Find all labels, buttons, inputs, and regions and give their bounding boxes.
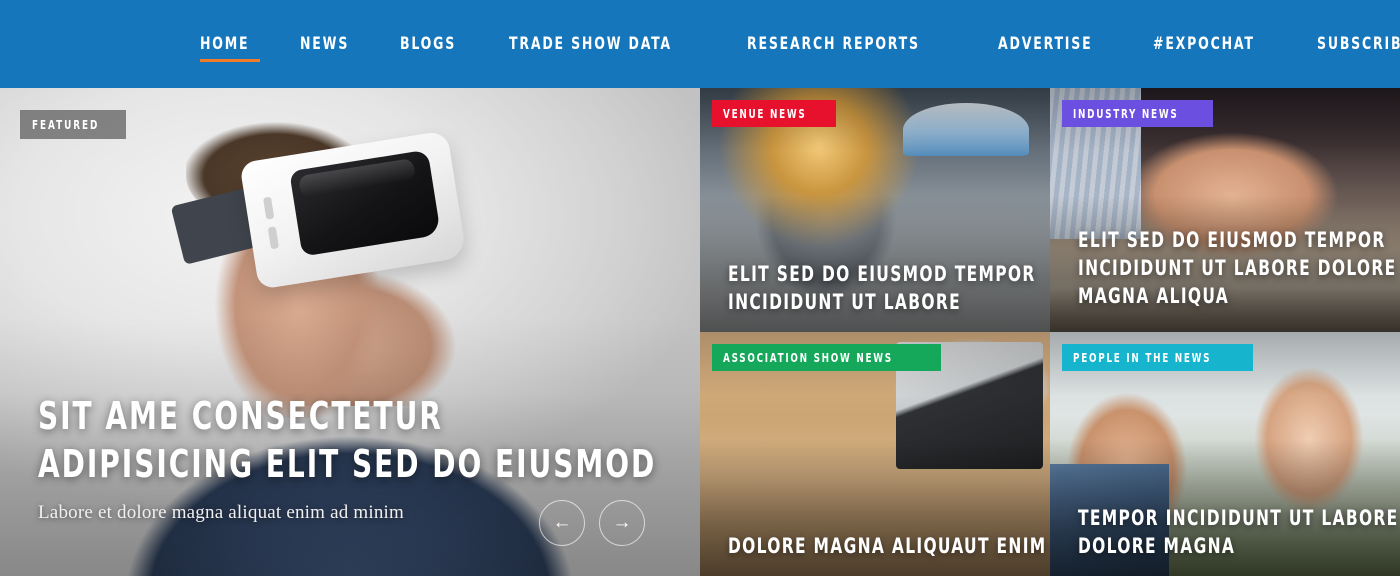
hero-title-line-2: ADIPISICING ELIT SED DO EIUSMOD [38,442,657,486]
nav-item-expochat[interactable]: #EXPOCHAT [1133,0,1297,88]
arrow-left-icon[interactable]: ← [539,500,585,546]
nav-item-research-reports[interactable]: RESEARCH REPORTS [727,0,978,88]
card-title-line-3: MAGNA ALIQUA [1078,284,1230,308]
hero-title-line-1: SIT AME CONSECTETUR [38,394,443,438]
main-navigation: HOME NEWS BLOGS TRADE SHOW DATA RESEARCH… [180,0,1400,88]
category-badge-people-in-the-news[interactable]: PEOPLE IN THE NEWS [1062,344,1253,371]
nav-item-label: RESEARCH REPORTS [747,34,921,54]
nav-item-blogs[interactable]: BLOGS [380,0,488,88]
card-title: ELIT SED DO EIUSMOD TEMPOR INCIDIDUNT UT… [728,260,1036,316]
card-title-line-2: INCIDIDUNT UT LABORE DOLORE [1078,256,1397,280]
nav-item-subscribe[interactable]: SUBSCRIBE [1297,0,1400,88]
nav-active-underline [200,59,261,62]
hero-image-vr-headset-man [168,98,468,428]
nav-item-home[interactable]: HOME [180,0,280,88]
vr-headset-button [267,226,280,250]
nav-item-news[interactable]: NEWS [280,0,380,88]
content-area: FEATURED SIT AME CONSECTETUR ADIPISICING… [0,88,1400,576]
nav-item-label: BLOGS [400,34,457,54]
featured-badge: FEATURED [20,110,127,139]
news-card-industry-news[interactable]: INDUSTRY NEWS ELIT SED DO EIUSMOD TEMPOR… [1050,88,1400,332]
hero-slider-controls: ← → [539,500,645,546]
news-card-venue-news[interactable]: VENUE NEWS ELIT SED DO EIUSMOD TEMPOR IN… [700,88,1050,332]
card-title-line-2: INCIDIDUNT UT LABORE [728,290,961,314]
category-badge-label: PEOPLE IN THE NEWS [1073,351,1212,365]
card-title-line-1: ELIT SED DO EIUSMOD TEMPOR [728,262,1036,286]
nav-item-label: NEWS [300,34,350,54]
hero-subtitle: Labore et dolore magna aliquat enim ad m… [38,502,404,523]
vr-headset-button [263,196,275,220]
nav-item-label: TRADE SHOW DATA [508,34,672,54]
card-title-line-1: ELIT SED DO EIUSMOD TEMPOR [1078,228,1386,252]
news-card-people-in-the-news[interactable]: PEOPLE IN THE NEWS TEMPOR INCIDIDUNT UT … [1050,332,1400,576]
nav-item-label: ADVERTISE [998,34,1093,54]
category-badge-label: ASSOCIATION SHOW NEWS [723,351,893,365]
featured-hero-slide[interactable]: FEATURED SIT AME CONSECTETUR ADIPISICING… [0,88,700,576]
nav-item-label: HOME [200,34,250,54]
nav-item-label: SUBSCRIBE [1317,34,1400,54]
card-title: ELIT SED DO EIUSMOD TEMPOR INCIDIDUNT UT… [1078,226,1397,310]
category-badge-label: VENUE NEWS [723,107,807,121]
card-title: DOLORE MAGNA ALIQUAUT ENIM [728,532,1047,560]
news-card-association-show-news[interactable]: ASSOCIATION SHOW NEWS DOLORE MAGNA ALIQU… [700,332,1050,576]
card-title-line-1: TEMPOR INCIDIDUNT UT LABORE ET [1078,506,1400,530]
hero-copy: SIT AME CONSECTETUR ADIPISICING ELIT SED… [38,392,657,524]
nav-item-label: #EXPOCHAT [1153,34,1256,54]
card-title-line-2: DOLORE MAGNA [1078,534,1236,558]
arrow-right-icon[interactable]: → [599,500,645,546]
nav-item-trade-show-data[interactable]: TRADE SHOW DATA [489,0,728,88]
category-badge-association-show-news[interactable]: ASSOCIATION SHOW NEWS [712,344,942,371]
card-title-line-1: DOLORE MAGNA ALIQUAUT ENIM [728,534,1047,558]
featured-badge-label: FEATURED [32,118,100,132]
category-badge-label: INDUSTRY NEWS [1073,107,1179,121]
card-title: TEMPOR INCIDIDUNT UT LABORE ET DOLORE MA… [1078,504,1400,560]
category-badge-industry-news[interactable]: INDUSTRY NEWS [1062,100,1213,127]
nav-item-advertise[interactable]: ADVERTISE [978,0,1133,88]
site-header: HOME NEWS BLOGS TRADE SHOW DATA RESEARCH… [0,0,1400,88]
hero-title: SIT AME CONSECTETUR ADIPISICING ELIT SED… [38,392,657,488]
category-badge-venue-news[interactable]: VENUE NEWS [712,100,836,127]
vr-headset-lens [289,149,441,257]
